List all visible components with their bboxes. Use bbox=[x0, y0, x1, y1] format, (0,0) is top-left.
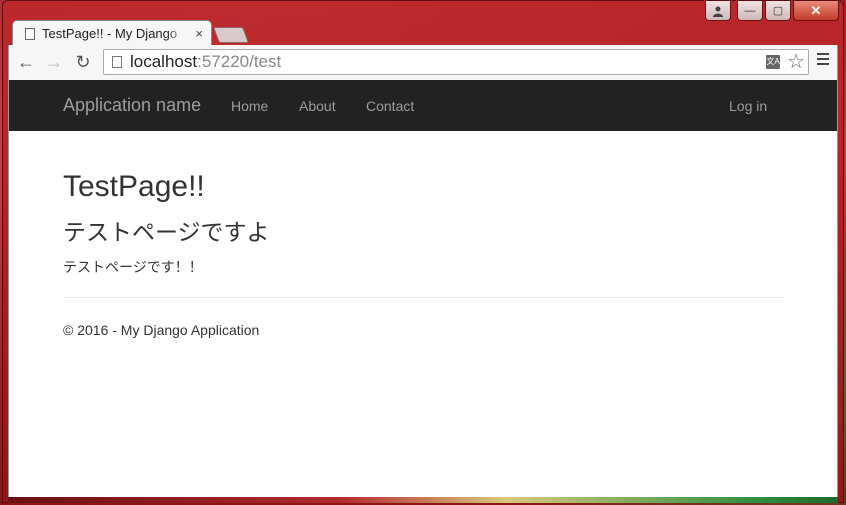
window-caption-buttons: — ▢ ✕ bbox=[705, 1, 839, 21]
page-viewport: Application name Home About Contact Log … bbox=[8, 80, 838, 497]
forward-icon[interactable]: → bbox=[43, 51, 65, 73]
site-navbar: Application name Home About Contact Log … bbox=[9, 80, 837, 131]
back-icon[interactable]: ← bbox=[15, 51, 37, 73]
footer-divider bbox=[63, 297, 785, 298]
footer-copyright: © 2016 - My Django Application bbox=[63, 322, 260, 338]
translate-icon[interactable]: 文A bbox=[766, 55, 780, 69]
close-window-button[interactable]: ✕ bbox=[793, 1, 839, 21]
browser-tab-active[interactable]: TestPage!! - My Django × bbox=[12, 20, 212, 46]
nav-link-login[interactable]: Log in bbox=[729, 98, 767, 114]
page-subtitle: テストページですよ bbox=[63, 219, 270, 245]
taskbar-strip bbox=[8, 497, 838, 503]
minimize-button[interactable]: — bbox=[737, 1, 763, 21]
navbar-brand[interactable]: Application name bbox=[63, 95, 201, 116]
page-content: TestPage!! テストページですよ テストページです！！ © 2016 -… bbox=[63, 131, 785, 340]
reload-icon[interactable]: ↻ bbox=[72, 51, 94, 73]
page-title: TestPage!! bbox=[63, 170, 205, 203]
browser-toolbar: ← → ↻ localhost:57220/test 文A ☆ bbox=[8, 45, 838, 80]
page-icon bbox=[112, 56, 122, 68]
browser-menu-icon[interactable] bbox=[817, 53, 829, 71]
tab-title: TestPage!! - My Django bbox=[42, 26, 178, 41]
new-tab-button[interactable] bbox=[213, 27, 249, 43]
document-icon bbox=[25, 27, 35, 40]
maximize-button[interactable]: ▢ bbox=[765, 1, 791, 21]
bookmark-star-icon[interactable]: ☆ bbox=[787, 50, 805, 74]
nav-link-home[interactable]: Home bbox=[231, 98, 268, 114]
profile-icon[interactable] bbox=[705, 1, 731, 21]
nav-link-about[interactable]: About bbox=[299, 98, 336, 114]
url-host: localhost bbox=[130, 52, 198, 71]
address-bar[interactable]: localhost:57220/test 文A ☆ bbox=[103, 49, 809, 75]
tab-close-icon[interactable]: × bbox=[195, 26, 203, 41]
url-path: :57220/test bbox=[197, 52, 282, 71]
page-body-text: テストページです！！ bbox=[63, 259, 203, 275]
nav-link-contact[interactable]: Contact bbox=[366, 98, 414, 114]
